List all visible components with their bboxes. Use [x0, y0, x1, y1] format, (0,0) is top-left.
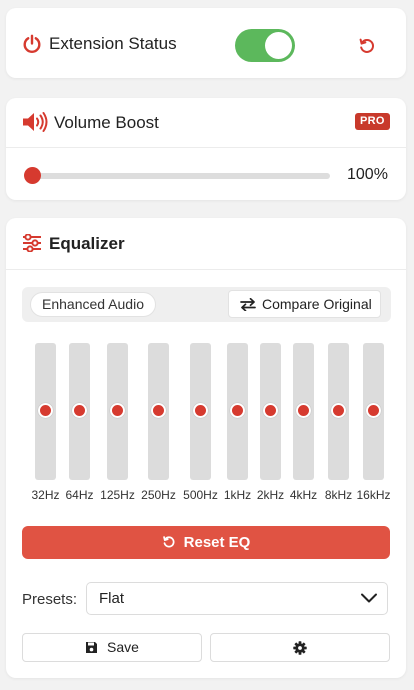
speaker-icon — [22, 111, 48, 133]
eq-band-slider[interactable] — [260, 343, 281, 480]
volume-slider-thumb[interactable] — [24, 167, 41, 184]
extension-status-card: Extension Status — [6, 8, 406, 78]
extension-toggle[interactable] — [235, 29, 295, 62]
eq-mode-bar: Enhanced Audio Compare Original — [22, 287, 391, 322]
eq-band-thumb[interactable] — [110, 403, 125, 418]
eq-band-slider[interactable] — [148, 343, 169, 480]
undo-icon — [162, 536, 175, 548]
volume-slider-track[interactable] — [26, 173, 330, 179]
eq-band-label: 250Hz — [141, 488, 176, 502]
preset-selected-value: Flat — [99, 590, 125, 607]
power-icon — [22, 34, 42, 54]
volume-value: 100% — [347, 166, 388, 183]
eq-band-label: 16kHz — [356, 488, 391, 502]
eq-band-slider[interactable] — [363, 343, 384, 480]
settings-button[interactable] — [210, 633, 390, 662]
eq-band-thumb[interactable] — [331, 403, 346, 418]
eq-band-slider[interactable] — [328, 343, 349, 480]
swap-icon — [240, 298, 256, 311]
eq-band-thumb[interactable] — [151, 403, 166, 418]
eq-band-label: 125Hz — [100, 488, 135, 502]
extension-status-label: Extension Status — [49, 34, 177, 53]
enhanced-audio-button[interactable]: Enhanced Audio — [30, 292, 156, 317]
volume-boost-title: Volume Boost — [54, 113, 159, 132]
equalizer-card: Equalizer Enhanced Audio Compare Origina… — [6, 218, 406, 678]
eq-band-thumb[interactable] — [230, 403, 245, 418]
eq-band-slider[interactable] — [107, 343, 128, 480]
eq-band-slider[interactable] — [190, 343, 211, 480]
eq-band-thumb[interactable] — [296, 403, 311, 418]
save-button[interactable]: Save — [22, 633, 202, 662]
eq-band-thumb[interactable] — [38, 403, 53, 418]
volume-boost-card: Volume Boost PRO 100% — [6, 98, 406, 200]
eq-band-slider[interactable] — [293, 343, 314, 480]
reset-eq-button[interactable]: Reset EQ — [22, 526, 390, 559]
compare-original-button[interactable]: Compare Original — [228, 290, 381, 318]
floppy-icon — [86, 642, 98, 653]
volume-boost-header: Volume Boost PRO — [6, 98, 406, 148]
chevron-down-icon — [361, 593, 377, 603]
toggle-knob — [265, 32, 292, 59]
sliders-icon — [22, 233, 42, 253]
equalizer-title: Equalizer — [49, 234, 125, 253]
compare-original-label: Compare Original — [262, 296, 372, 312]
pro-badge: PRO — [355, 113, 390, 130]
presets-label: Presets: — [22, 591, 78, 608]
eq-band-thumb[interactable] — [72, 403, 87, 418]
eq-band-slider[interactable] — [227, 343, 248, 480]
eq-band-slider[interactable] — [35, 343, 56, 480]
eq-band-thumb[interactable] — [263, 403, 278, 418]
preset-select[interactable]: Flat — [86, 582, 388, 615]
save-label: Save — [107, 639, 139, 655]
eq-band-thumb[interactable] — [366, 403, 381, 418]
eq-band-slider[interactable] — [69, 343, 90, 480]
eq-band-thumb[interactable] — [193, 403, 208, 418]
undo-icon[interactable] — [358, 37, 376, 55]
gear-icon — [293, 641, 307, 655]
reset-eq-label: Reset EQ — [183, 534, 251, 551]
equalizer-header: Equalizer — [6, 218, 406, 270]
